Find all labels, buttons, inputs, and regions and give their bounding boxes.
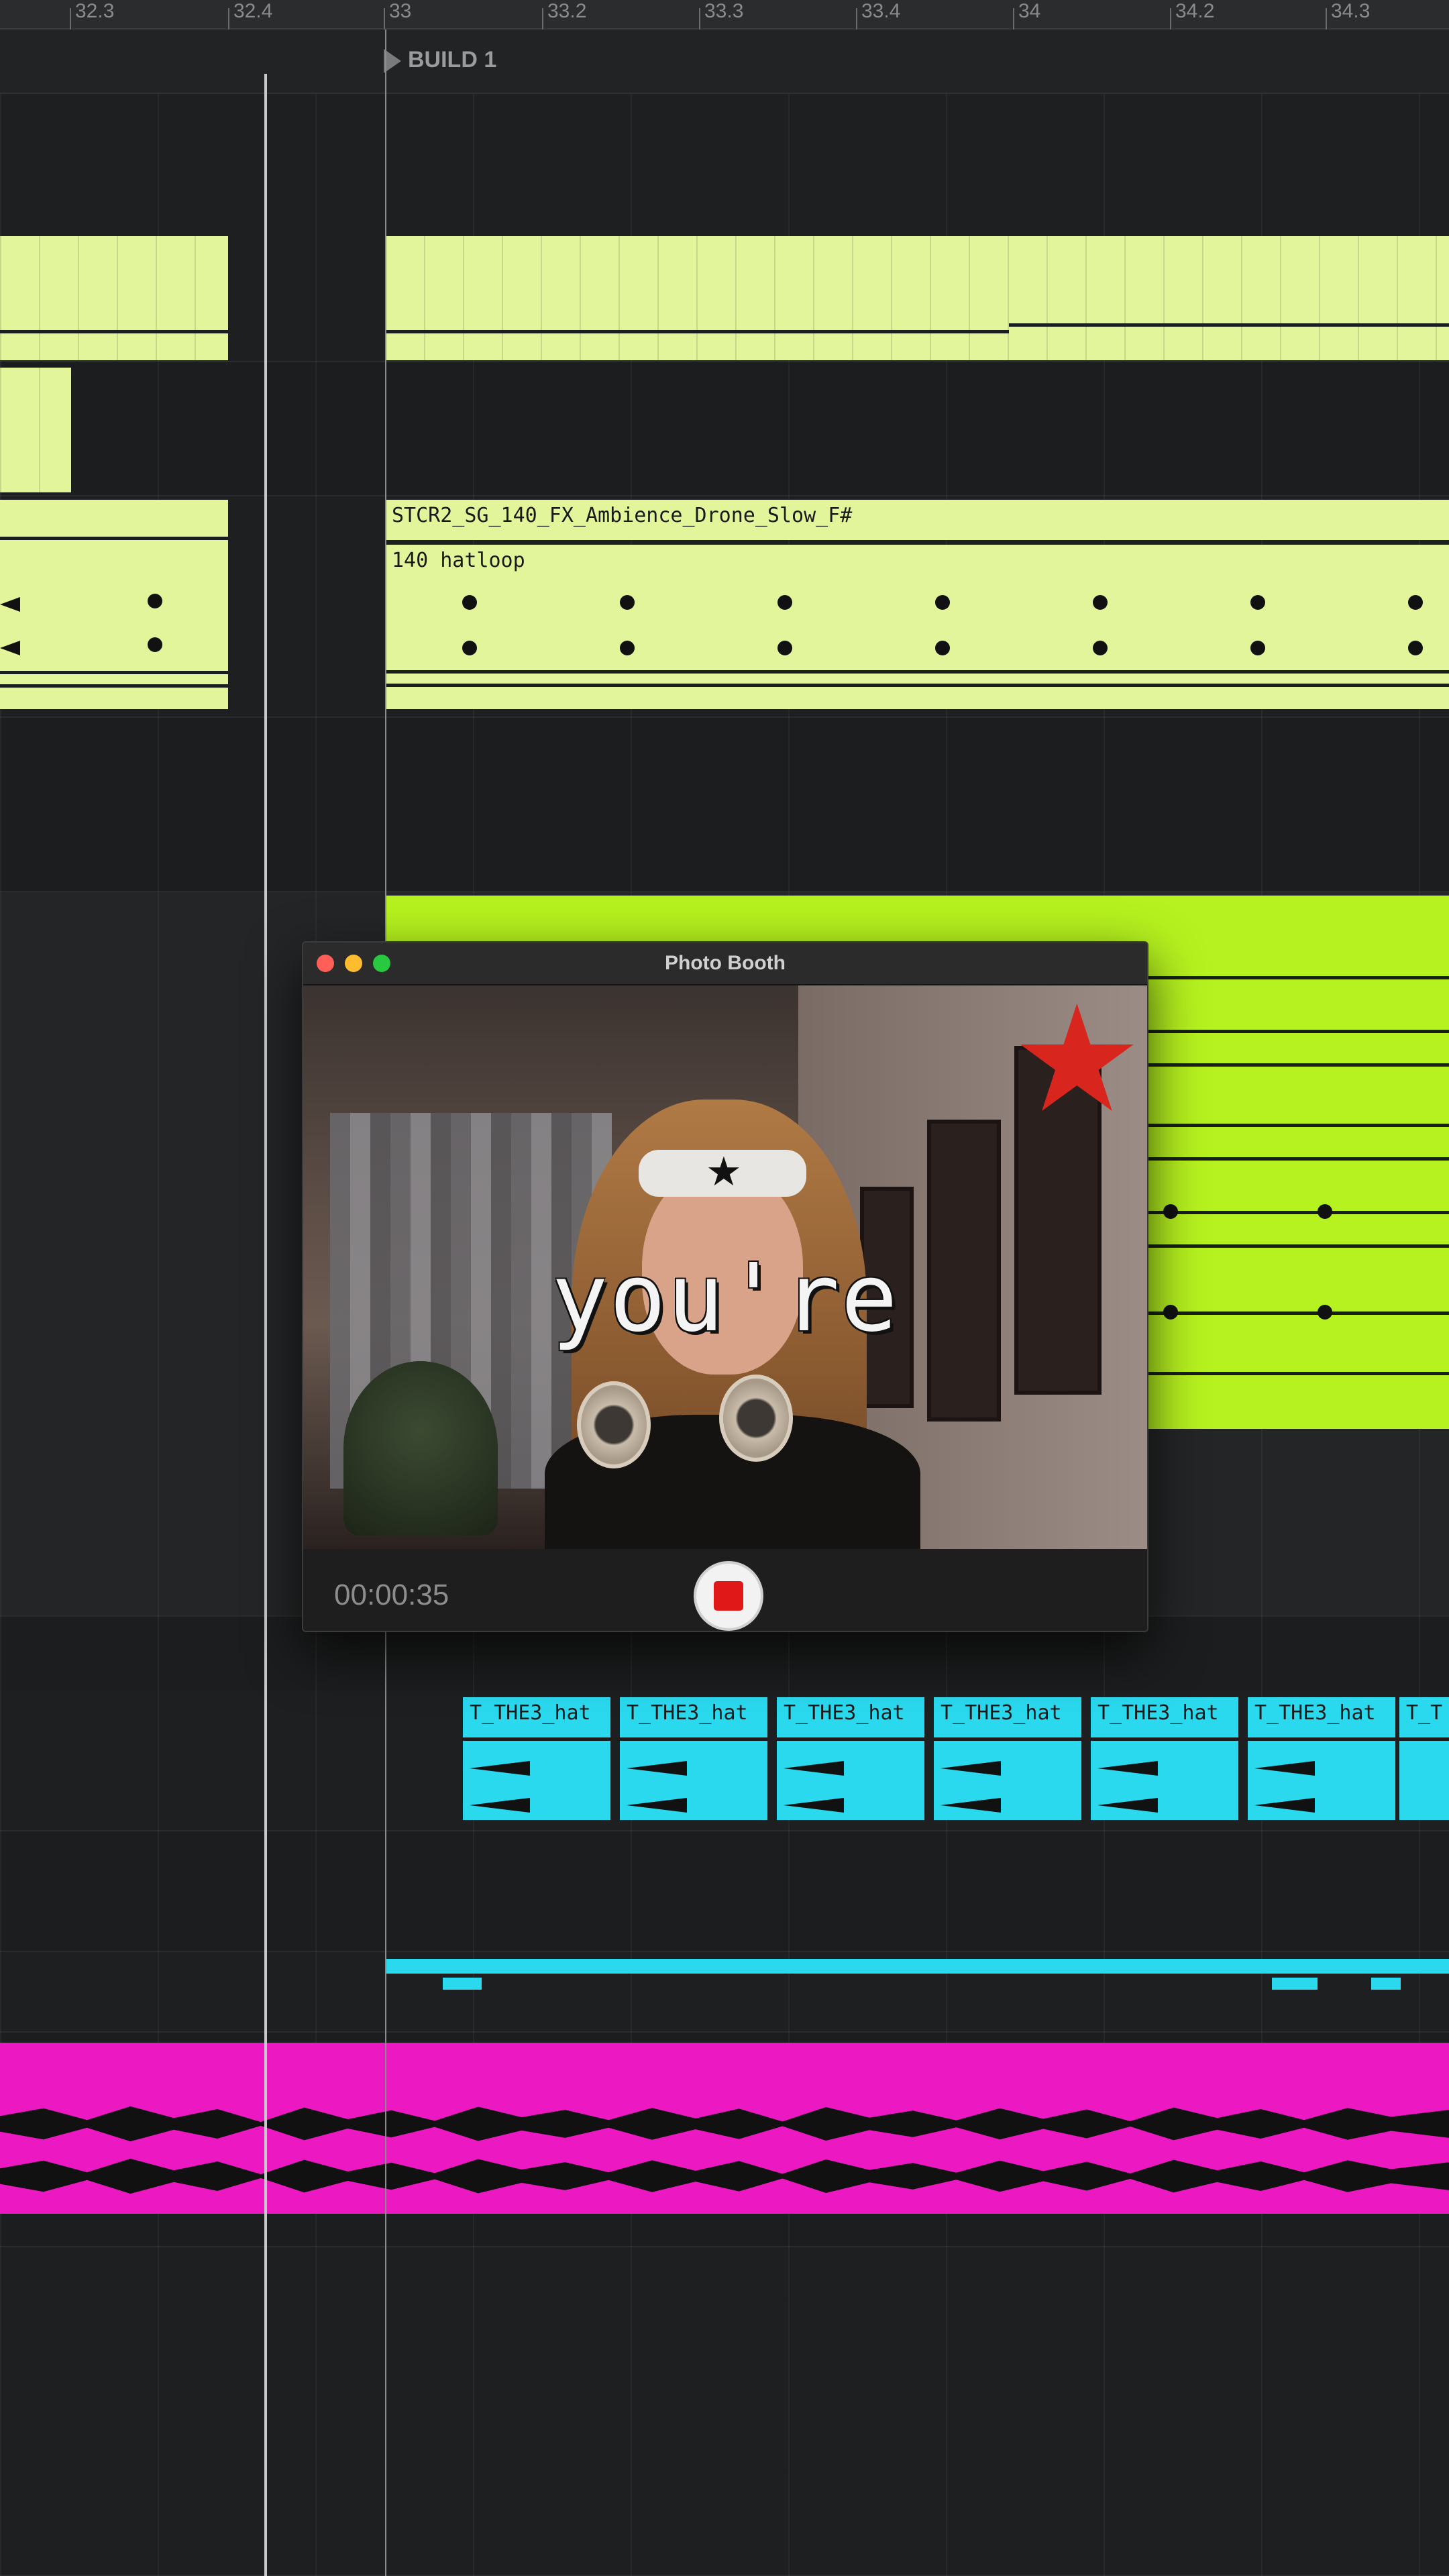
track-lane[interactable]: [0, 1831, 1449, 1952]
audio-clip[interactable]: T_THE3_hat: [777, 1697, 924, 1820]
stop-recording-button[interactable]: [694, 1561, 763, 1631]
headphone-cup-icon: [719, 1375, 793, 1462]
midi-note[interactable]: [443, 1978, 482, 1990]
clip-name: 140 hatloop: [392, 549, 525, 572]
locator-label: BUILD 1: [408, 47, 497, 72]
clip-name: T_T: [1406, 1701, 1443, 1725]
clip-name: T_THE3_hat: [941, 1701, 1062, 1725]
clip-name: T_THE3_hat: [1097, 1701, 1219, 1725]
audio-clip[interactable]: [0, 236, 228, 360]
photo-booth-window[interactable]: Photo Booth ★ ★ you're 00:00:35: [302, 941, 1148, 1632]
audio-clip[interactable]: T_THE3_hat: [1248, 1697, 1395, 1820]
audio-clip[interactable]: [0, 368, 71, 492]
midi-clip[interactable]: [385, 1959, 1449, 1974]
audio-clip[interactable]: T_THE3_hat: [463, 1697, 610, 1820]
photo-booth-controls: 00:00:35: [303, 1549, 1147, 1631]
ruler-tick-label: 34.2: [1175, 0, 1215, 22]
window-title: Photo Booth: [665, 952, 786, 974]
headphone-cup-icon: [577, 1381, 651, 1468]
audio-clip[interactable]: T_T: [1399, 1697, 1449, 1820]
window-titlebar[interactable]: Photo Booth: [303, 943, 1147, 985]
audio-clip[interactable]: T_THE3_hat: [620, 1697, 767, 1820]
ruler-tick-label: 33: [389, 0, 412, 22]
ruler-tick-label: 34.3: [1331, 0, 1371, 22]
ruler-tick-label: 32.4: [233, 0, 273, 22]
clip-name: STCR2_SG_140_FX_Ambience_Drone_Slow_F#: [392, 504, 853, 527]
ruler-tick-label: 32.3: [75, 0, 115, 22]
track-lane[interactable]: [0, 718, 1449, 892]
clip-name: T_THE3_hat: [470, 1701, 591, 1725]
locator-marker[interactable]: BUILD 1: [384, 47, 497, 74]
ruler-tick-label: 34: [1018, 0, 1041, 22]
midi-note[interactable]: [1371, 1978, 1401, 1990]
video-caption: you're: [551, 1244, 899, 1353]
timeline-ruler[interactable]: 32.3 32.4 33 33.2 33.3 33.4 34 34.2 34.3: [0, 0, 1449, 30]
audio-clip[interactable]: [0, 500, 228, 709]
clip-name: T_THE3_hat: [784, 1701, 905, 1725]
midi-note[interactable]: [1272, 1978, 1318, 1990]
track-lane[interactable]: [0, 362, 1449, 496]
ruler-tick-label: 33.2: [547, 0, 587, 22]
ruler-tick-label: 33.3: [704, 0, 744, 22]
plant-image: [343, 1361, 498, 1536]
locator-bar[interactable]: [0, 30, 1449, 94]
audio-clip[interactable]: T_THE3_hat: [934, 1697, 1081, 1820]
audio-clip[interactable]: [385, 236, 1449, 360]
audio-clip[interactable]: 140 hatloop: [385, 545, 1449, 709]
track-lane[interactable]: [0, 2247, 1449, 2576]
ruler-tick-label: 33.4: [861, 0, 901, 22]
recording-timer: 00:00:35: [334, 1578, 449, 1611]
star-icon: ★: [706, 1149, 742, 1194]
stop-icon: [714, 1581, 743, 1611]
clip-name: T_THE3_hat: [627, 1701, 748, 1725]
audio-clip[interactable]: [0, 2043, 1449, 2214]
audio-clip[interactable]: STCR2_SG_140_FX_Ambience_Drone_Slow_F#: [385, 500, 1449, 540]
red-star-icon: ★: [1010, 985, 1143, 1142]
clip-name: T_THE3_hat: [1254, 1701, 1376, 1725]
camera-preview: ★ ★ you're: [303, 985, 1147, 1549]
audio-clip[interactable]: T_THE3_hat: [1091, 1697, 1238, 1820]
playhead[interactable]: [264, 74, 267, 2576]
